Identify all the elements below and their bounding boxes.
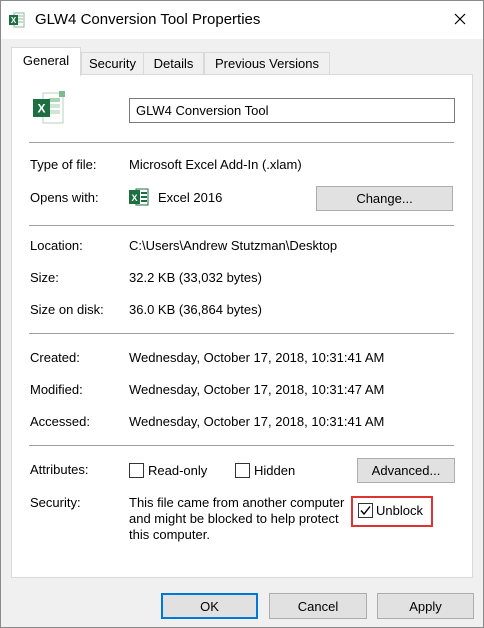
created-label: Created: bbox=[30, 350, 80, 365]
svg-text:X: X bbox=[11, 16, 17, 25]
separator bbox=[29, 225, 454, 226]
excel-app-icon: X bbox=[129, 188, 149, 206]
unblock-checkbox[interactable] bbox=[358, 503, 373, 518]
accessed-value: Wednesday, October 17, 2018, 10:31:41 AM bbox=[129, 414, 385, 429]
location-label: Location: bbox=[30, 238, 83, 253]
hidden-label[interactable]: Hidden bbox=[254, 463, 295, 478]
window-title: GLW4 Conversion Tool Properties bbox=[35, 11, 261, 28]
size-value: 32.2 KB (33,032 bytes) bbox=[129, 270, 262, 285]
readonly-label[interactable]: Read-only bbox=[148, 463, 207, 478]
close-button[interactable] bbox=[437, 1, 483, 39]
separator bbox=[29, 445, 454, 446]
location-value: C:\Users\Andrew Stutzman\Desktop bbox=[129, 238, 338, 253]
security-warning-text: This file came from another computer and… bbox=[129, 495, 345, 542]
hidden-checkbox[interactable] bbox=[235, 463, 250, 478]
svg-text:X: X bbox=[131, 193, 137, 203]
attributes-label: Attributes: bbox=[30, 462, 89, 477]
ok-button[interactable]: OK bbox=[161, 593, 258, 619]
tab-security[interactable]: Security bbox=[81, 52, 144, 74]
properties-window: X GLW4 Conversion Tool Properties Genera… bbox=[0, 0, 484, 628]
separator bbox=[29, 142, 454, 143]
file-name-input[interactable] bbox=[129, 98, 455, 123]
tab-general[interactable]: General bbox=[11, 47, 81, 76]
type-of-file-value: Microsoft Excel Add-In (.xlam) bbox=[129, 157, 302, 172]
created-value: Wednesday, October 17, 2018, 10:31:41 AM bbox=[129, 350, 385, 365]
size-on-disk-label: Size on disk: bbox=[30, 302, 104, 317]
general-panel: X Type of file: Microsoft Excel Add-In (… bbox=[11, 74, 473, 578]
close-icon bbox=[454, 13, 466, 28]
unblock-label[interactable]: Unblock bbox=[376, 503, 423, 518]
separator bbox=[29, 333, 454, 334]
cancel-button[interactable]: Cancel bbox=[269, 593, 367, 619]
readonly-checkbox[interactable] bbox=[129, 463, 144, 478]
modified-value: Wednesday, October 17, 2018, 10:31:47 AM bbox=[129, 382, 385, 397]
opens-with-label: Opens with: bbox=[30, 190, 99, 205]
tab-details[interactable]: Details bbox=[143, 52, 204, 74]
apply-button[interactable]: Apply bbox=[377, 593, 474, 619]
tab-previous-versions[interactable]: Previous Versions bbox=[204, 52, 330, 74]
excel-file-icon: X bbox=[9, 12, 25, 28]
size-label: Size: bbox=[30, 270, 59, 285]
security-label: Security: bbox=[30, 495, 81, 510]
size-on-disk-value: 36.0 KB (36,864 bytes) bbox=[129, 302, 262, 317]
modified-label: Modified: bbox=[30, 382, 83, 397]
accessed-label: Accessed: bbox=[30, 414, 90, 429]
change-button[interactable]: Change... bbox=[316, 186, 453, 211]
title-bar[interactable]: X GLW4 Conversion Tool Properties bbox=[1, 1, 483, 39]
advanced-button[interactable]: Advanced... bbox=[357, 458, 455, 483]
type-of-file-label: Type of file: bbox=[30, 157, 97, 172]
svg-text:X: X bbox=[37, 102, 45, 116]
opens-with-value: Excel 2016 bbox=[158, 190, 223, 205]
excel-addin-file-icon: X bbox=[29, 89, 69, 129]
